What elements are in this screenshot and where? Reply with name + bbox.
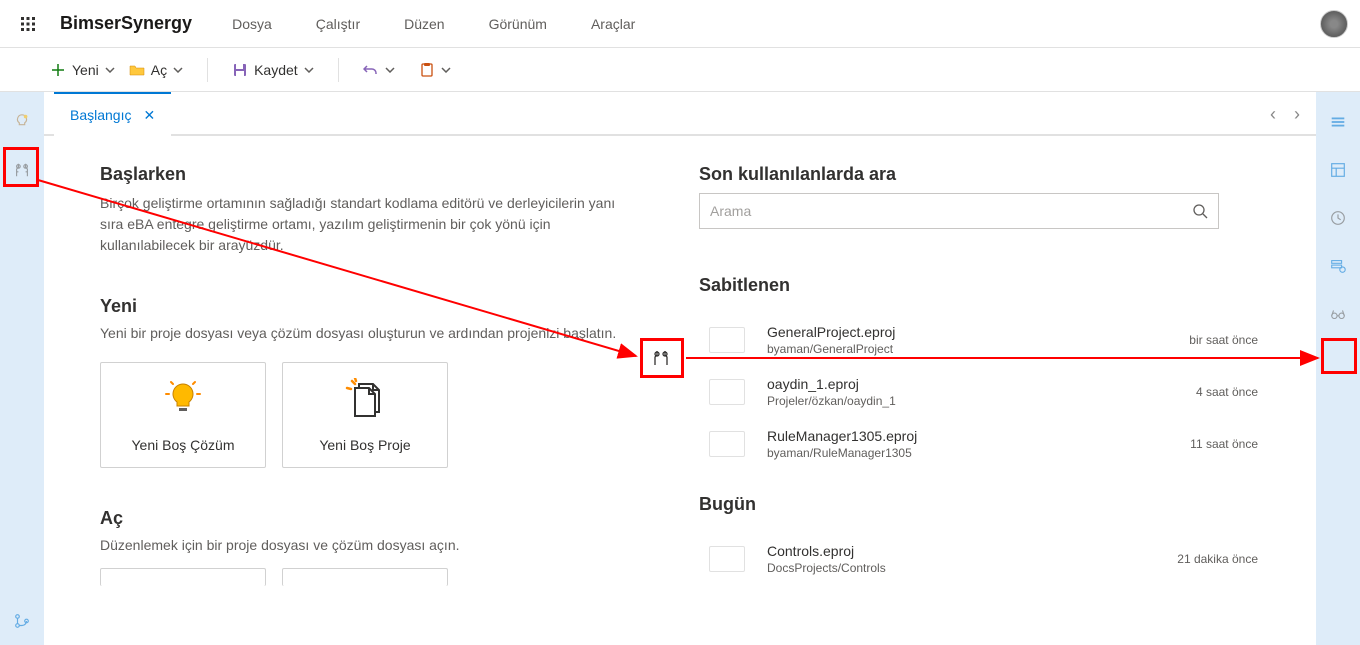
new-title: Yeni [100,296,619,317]
save-icon [232,62,248,78]
blank-rail-slot[interactable] [1328,352,1348,372]
project-thumb-icon [709,546,745,572]
recent-name: Controls.eproj [767,543,886,559]
glasses-icon[interactable] [1328,304,1348,324]
new-file-icon [345,378,385,423]
recent-time: 21 dakika önce [1177,552,1258,566]
menu-edit[interactable]: Düzen [396,12,452,36]
getting-started-title: Başlarken [100,164,619,185]
tile-open-partial[interactable] [100,568,266,586]
recent-name: oaydin_1.eproj [767,376,896,392]
undo-icon [363,62,379,78]
left-rail [0,92,44,645]
tab-start-label: Başlangıç [70,107,131,123]
tab-start[interactable]: Başlangıç ✕ [54,92,171,136]
search-input[interactable] [710,203,1192,219]
menu-file[interactable]: Dosya [224,12,280,36]
chevron-down-icon [304,67,314,73]
project-thumb-icon [709,379,745,405]
recent-time: 11 saat önce [1190,437,1258,451]
branch-icon[interactable] [12,611,32,631]
today-list: Controls.eproj DocsProjects/Controls 21 … [699,533,1268,585]
right-rail [1316,92,1360,645]
recent-item[interactable]: oaydin_1.eproj Projeler/özkan/oaydin_1 4… [699,366,1268,418]
chevron-down-icon [105,67,115,73]
toolbar: Yeni Aç Kaydet [0,48,1360,92]
tab-close-icon[interactable]: ✕ [143,108,155,122]
app-title: BimserSynergy [60,13,192,34]
tile-open-partial[interactable] [282,568,448,586]
menu-run[interactable]: Çalıştır [308,12,368,36]
recent-item[interactable]: RuleManager1305.eproj byaman/RuleManager… [699,418,1268,470]
plus-icon [50,62,66,78]
new-button-label: Yeni [72,62,99,78]
recent-time: bir saat önce [1189,333,1258,347]
undo-button[interactable] [357,58,401,82]
open-button[interactable]: Aç [123,58,189,82]
lightbulb-solution-icon [163,378,203,423]
tools-icon[interactable] [12,160,32,180]
panel-icon[interactable] [1328,112,1348,132]
save-button[interactable]: Kaydet [226,58,320,82]
pinned-list: GeneralProject.eproj byaman/GeneralProje… [699,314,1268,470]
open-button-label: Aç [151,62,167,78]
chevron-down-icon [173,67,183,73]
recent-item[interactable]: GeneralProject.eproj byaman/GeneralProje… [699,314,1268,366]
getting-started-desc: Birçok geliştirme ortamının sağladığı st… [100,193,619,256]
recent-item[interactable]: Controls.eproj DocsProjects/Controls 21 … [699,533,1268,585]
menu-view[interactable]: Görünüm [481,12,555,36]
tab-bar: Başlangıç ✕ ‹ › [44,92,1316,136]
open-title: Aç [100,508,619,529]
tile-new-project[interactable]: Yeni Boş Proje [282,362,448,468]
top-menu-bar: BimserSynergy Dosya Çalıştır Düzen Görün… [0,0,1360,48]
tile-new-solution-label: Yeni Boş Çözüm [132,437,235,453]
recent-path: DocsProjects/Controls [767,561,886,575]
project-thumb-icon [709,327,745,353]
save-button-label: Kaydet [254,62,298,78]
lightbulb-icon[interactable] [12,112,32,132]
new-desc: Yeni bir proje dosyası veya çözüm dosyas… [100,323,619,344]
project-thumb-icon [709,431,745,457]
toolbar-separator [338,58,339,82]
history-icon[interactable] [1328,208,1348,228]
tools-icon [651,348,671,373]
search-box[interactable] [699,193,1219,229]
new-button[interactable]: Yeni [44,58,121,82]
clipboard-button[interactable] [413,58,457,82]
search-recent-title: Son kullanılanlarda ara [699,164,1268,185]
search-icon [1192,203,1208,219]
recent-name: RuleManager1305.eproj [767,428,917,444]
recent-time: 4 saat önce [1196,385,1258,399]
tile-new-solution[interactable]: Yeni Boş Çözüm [100,362,266,468]
recent-name: GeneralProject.eproj [767,324,895,340]
recent-path: byaman/RuleManager1305 [767,446,917,460]
toolbar-separator [207,58,208,82]
tile-new-project-label: Yeni Boş Proje [319,437,410,453]
menu-tools[interactable]: Araçlar [583,12,643,36]
properties-icon[interactable] [1328,160,1348,180]
recent-path: Projeler/özkan/oaydin_1 [767,394,896,408]
open-desc: Düzenlemek için bir proje dosyası ve çöz… [100,535,619,556]
recent-path: byaman/GeneralProject [767,342,895,356]
tab-next-icon[interactable]: › [1294,105,1300,123]
chevron-down-icon [385,67,395,73]
chevron-down-icon [441,67,451,73]
user-avatar[interactable] [1320,10,1348,38]
find-icon[interactable] [1328,256,1348,276]
tab-prev-icon[interactable]: ‹ [1270,105,1276,123]
apps-launcher-icon[interactable] [12,8,44,40]
today-title: Bugün [699,494,1268,515]
folder-open-icon [129,62,145,78]
pinned-title: Sabitlenen [699,275,1268,296]
clipboard-icon [419,62,435,78]
